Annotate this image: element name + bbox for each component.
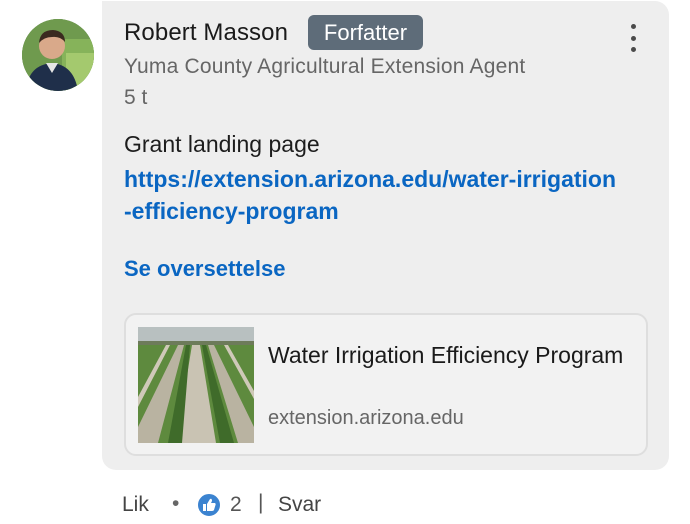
- action-divider: |: [258, 491, 264, 514]
- preview-title: Water Irrigation Efficiency Program: [268, 342, 624, 368]
- author-avatar[interactable]: [22, 19, 94, 91]
- like-reaction-icon[interactable]: [196, 492, 222, 518]
- comment-link[interactable]: https://extension.arizona.edu/water-irri…: [124, 163, 659, 227]
- like-button[interactable]: Lik: [122, 493, 149, 517]
- comment-timestamp: 5 t: [124, 86, 148, 109]
- preview-thumbnail: [138, 327, 254, 443]
- reply-button[interactable]: Svar: [278, 493, 321, 517]
- separator-dot: •: [172, 492, 180, 515]
- link-preview-card[interactable]: Water Irrigation Efficiency Program exte…: [124, 313, 648, 456]
- more-vertical-icon[interactable]: [620, 24, 646, 52]
- preview-domain: extension.arizona.edu: [268, 407, 464, 429]
- comment-link-line1[interactable]: https://extension.arizona.edu/water-irri…: [124, 166, 616, 192]
- see-translation-link[interactable]: Se oversettelse: [124, 256, 285, 282]
- comment-link-line2[interactable]: -efficiency-program: [124, 195, 659, 227]
- comment-text: Grant landing page: [124, 131, 320, 157]
- reaction-count[interactable]: 2: [230, 493, 242, 517]
- author-headline: Yuma County Agricultural Extension Agent: [124, 55, 526, 78]
- author-badge: Forfatter: [308, 15, 423, 50]
- author-name[interactable]: Robert Masson: [124, 19, 288, 47]
